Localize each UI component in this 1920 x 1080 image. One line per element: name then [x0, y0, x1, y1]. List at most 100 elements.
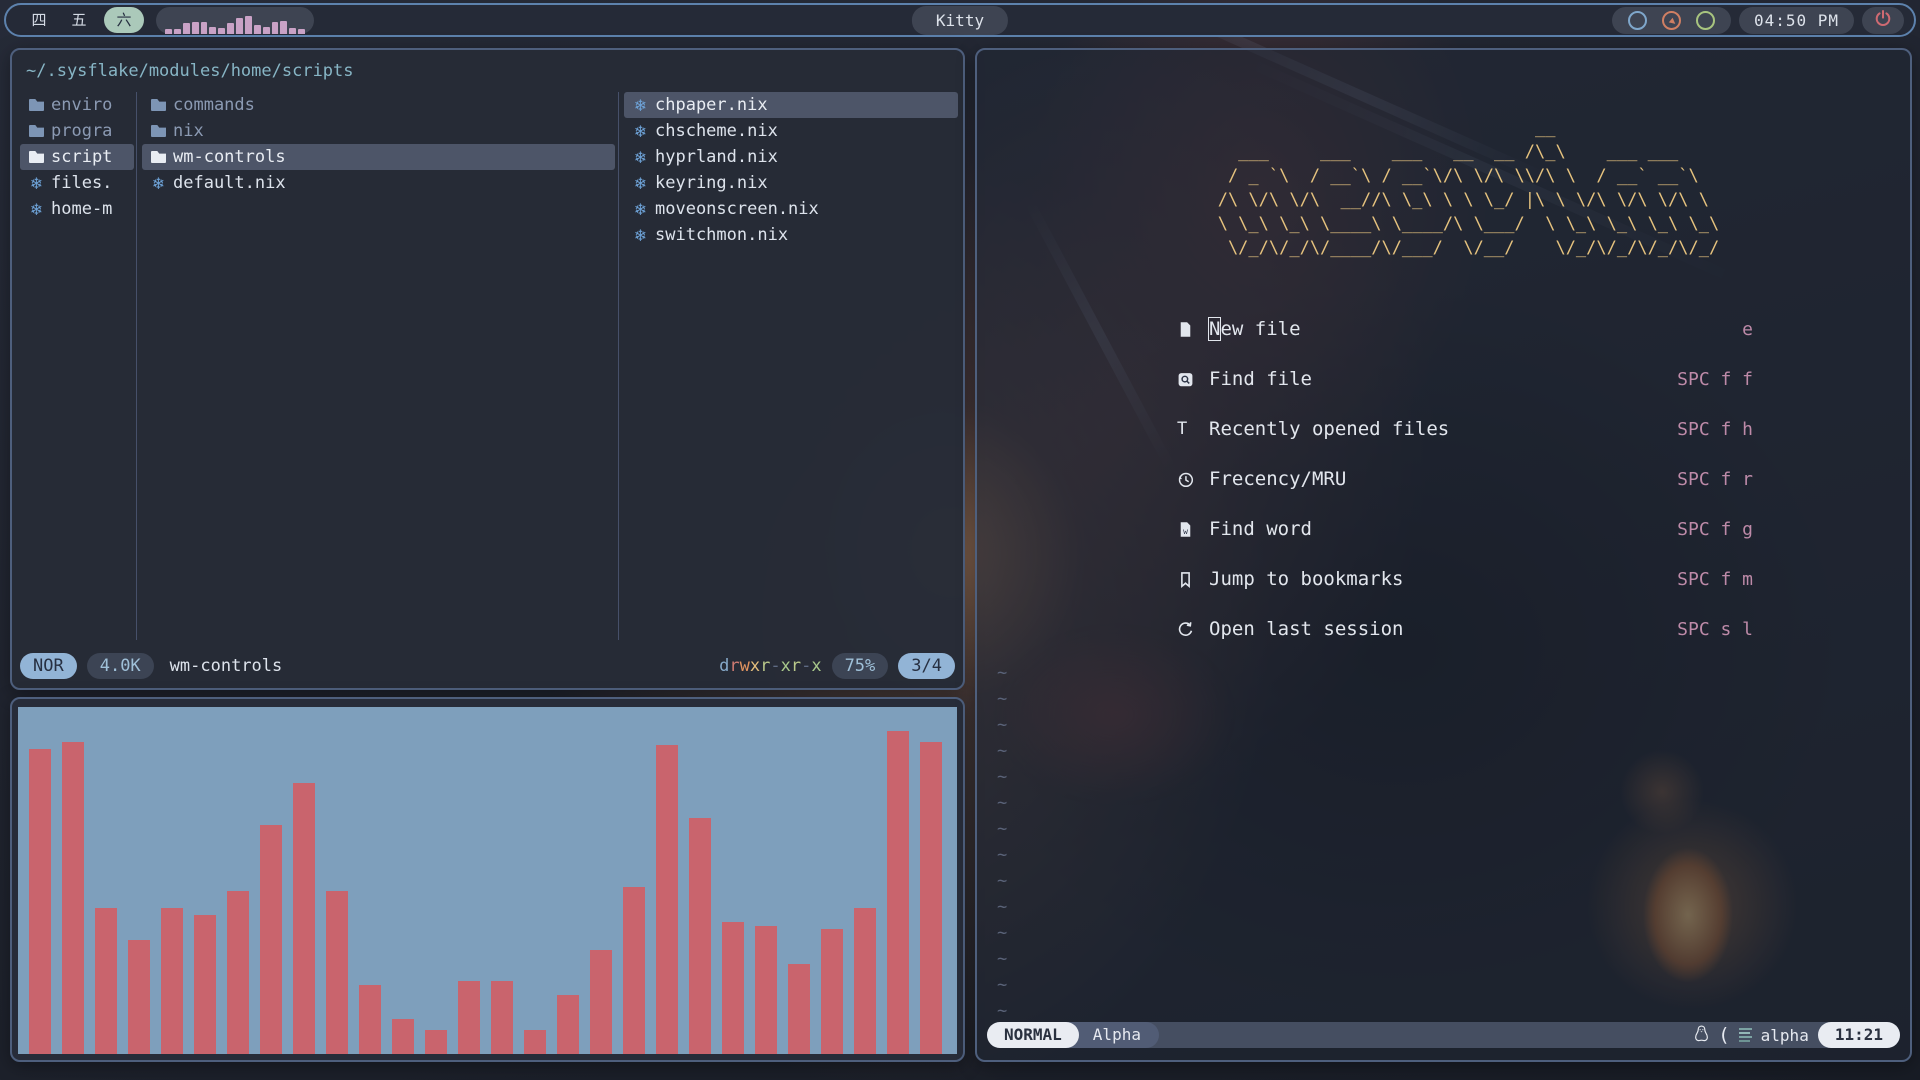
empty-buffer-tildes: ~~~~~~~~~~~~~~ — [997, 660, 1007, 1024]
new-file-icon — [1177, 321, 1209, 338]
file-row-commands[interactable]: commands — [142, 92, 615, 118]
tilde: ~ — [997, 972, 1007, 998]
file-row-switchmon-nix[interactable]: ❄ switchmon.nix — [624, 222, 958, 248]
session-icon — [1177, 621, 1209, 638]
chart-bar — [326, 891, 348, 1054]
chart-bar — [128, 940, 150, 1055]
chart-bar — [62, 742, 84, 1054]
tilde: ~ — [997, 738, 1007, 764]
file-row-default-nix[interactable]: ❄default.nix — [142, 170, 615, 196]
statusline-section: Alpha — [1065, 1022, 1159, 1048]
chart-bar — [29, 749, 51, 1054]
power-button[interactable] — [1862, 7, 1904, 34]
current-column: commandsnixwm-controls❄default.nix — [142, 92, 615, 640]
menu-item-shortcut: SPC f h — [1677, 419, 1753, 440]
tilde: ~ — [997, 920, 1007, 946]
file-manager-window[interactable]: ~/.sysflake/modules/home/scripts envirop… — [10, 48, 965, 690]
file-label: files. — [51, 173, 112, 193]
permission-char: d — [719, 656, 729, 676]
menu-item-shortcut: SPC f g — [1677, 519, 1753, 540]
chart-bar — [689, 818, 711, 1054]
file-row-chscheme-nix[interactable]: ❄chscheme.nix — [624, 118, 958, 144]
histogram-bar — [280, 21, 287, 34]
chart-bar — [821, 929, 843, 1054]
permission-char: r — [760, 656, 770, 676]
file-row-keyring-nix[interactable]: ❄ keyring.nix — [624, 170, 958, 196]
histogram-bar — [227, 23, 234, 34]
tilde: ~ — [997, 764, 1007, 790]
file-row-hyprland-nix[interactable]: ❄ hyprland.nix — [624, 144, 958, 170]
parent-column: enviro prograscript❄files.❄home-m — [20, 92, 134, 640]
folder-icon — [29, 151, 44, 163]
menu-item-frecency-mru[interactable]: Frecency/MRUSPC f r — [1177, 454, 1753, 504]
bookmarks-icon — [1177, 571, 1209, 588]
file-row-home-m[interactable]: ❄home-m — [20, 196, 134, 222]
workspace-list: 四五六 — [16, 7, 144, 33]
file-label: hyprland.nix — [655, 147, 778, 167]
file-row-moveonscreen-nix[interactable]: ❄moveonscreen.nix — [624, 196, 958, 222]
file-label: enviro — [51, 95, 112, 115]
filetype-icon — [1739, 1028, 1752, 1042]
nix-file-icon: ❄ — [151, 174, 166, 193]
file-label: switchmon.nix — [655, 225, 788, 245]
file-row-chpaper-nix[interactable]: ❄ chpaper.nix — [624, 92, 958, 118]
histogram-bar — [236, 18, 243, 34]
chart-bar — [95, 908, 117, 1054]
nix-file-icon: ❄ — [633, 226, 648, 245]
menu-item-new-file[interactable]: New filee — [1177, 304, 1753, 354]
file-row-files-[interactable]: ❄files. — [20, 170, 134, 196]
file-label: keyring.nix — [655, 173, 768, 193]
column-divider — [136, 92, 137, 640]
histogram-bar — [209, 27, 216, 34]
file-row-script[interactable]: script — [20, 144, 134, 170]
menu-item-jump-to-bookmarks[interactable]: Jump to bookmarksSPC f m — [1177, 554, 1753, 604]
tilde: ~ — [997, 790, 1007, 816]
menu-item-recently-opened-files[interactable]: TRecently opened filesSPC f h — [1177, 404, 1753, 454]
vim-mode: NORMAL — [987, 1022, 1079, 1048]
menu-item-find-word[interactable]: w Find word SPC f g — [1177, 504, 1753, 554]
find-word-icon: w — [1177, 521, 1209, 538]
menu-item-label: Find file — [1209, 368, 1312, 390]
chart-bar — [194, 915, 216, 1054]
screenshot-circle-icon[interactable] — [1628, 11, 1647, 30]
file-row-progra[interactable]: progra — [20, 118, 134, 144]
menu-item-shortcut: SPC s l — [1677, 619, 1753, 640]
workspace-六[interactable]: 六 — [104, 7, 144, 33]
picker-circle-icon[interactable] — [1696, 11, 1715, 30]
permission-char: x — [781, 656, 791, 676]
file-row-nix[interactable]: nix — [142, 118, 615, 144]
nix-file-icon: ❄ — [633, 122, 648, 141]
chart-bar — [623, 887, 645, 1054]
file-row-enviro[interactable]: enviro — [20, 92, 134, 118]
workspace-四[interactable]: 四 — [24, 7, 54, 33]
frecency-icon — [1177, 471, 1209, 488]
nix-file-icon: ❄ — [633, 174, 648, 193]
chart-bar — [227, 891, 249, 1054]
record-circle-icon[interactable] — [1662, 11, 1681, 30]
chart-bar — [293, 783, 315, 1054]
neovim-window[interactable]: __ ___ ___ ___ __ __ /\_\ ___ ___ / _ `\… — [975, 48, 1912, 1062]
permission-char: - — [801, 656, 811, 676]
file-row-wm-controls[interactable]: wm-controls — [142, 144, 615, 170]
histogram-bar — [289, 28, 296, 34]
nix-file-icon: ❄ — [633, 96, 648, 115]
chart-bar — [458, 981, 480, 1054]
chart-bar — [557, 995, 579, 1054]
graph-terminal-window[interactable] — [10, 697, 965, 1062]
statusline: NORMAL Alpha ( alpha 11:21 — [987, 1022, 1900, 1048]
nix-file-icon: ❄ — [633, 148, 648, 167]
histogram-widget — [156, 7, 314, 34]
menu-item-find-file[interactable]: Find fileSPC f f — [1177, 354, 1753, 404]
menu-item-open-last-session[interactable]: Open last sessionSPC s l — [1177, 604, 1753, 654]
text-cursor: N — [1208, 317, 1221, 341]
scroll-percent-badge: 75% — [832, 653, 889, 679]
chart-bar — [722, 922, 744, 1054]
power-icon — [1874, 9, 1892, 31]
window-title: Kitty — [912, 6, 1008, 35]
file-label: chpaper.nix — [655, 95, 768, 115]
workspace-五[interactable]: 五 — [64, 7, 94, 33]
svg-text:w: w — [1183, 527, 1188, 536]
menu-item-label: Find word — [1209, 518, 1312, 540]
tilde: ~ — [997, 712, 1007, 738]
histogram-bar — [218, 28, 225, 34]
